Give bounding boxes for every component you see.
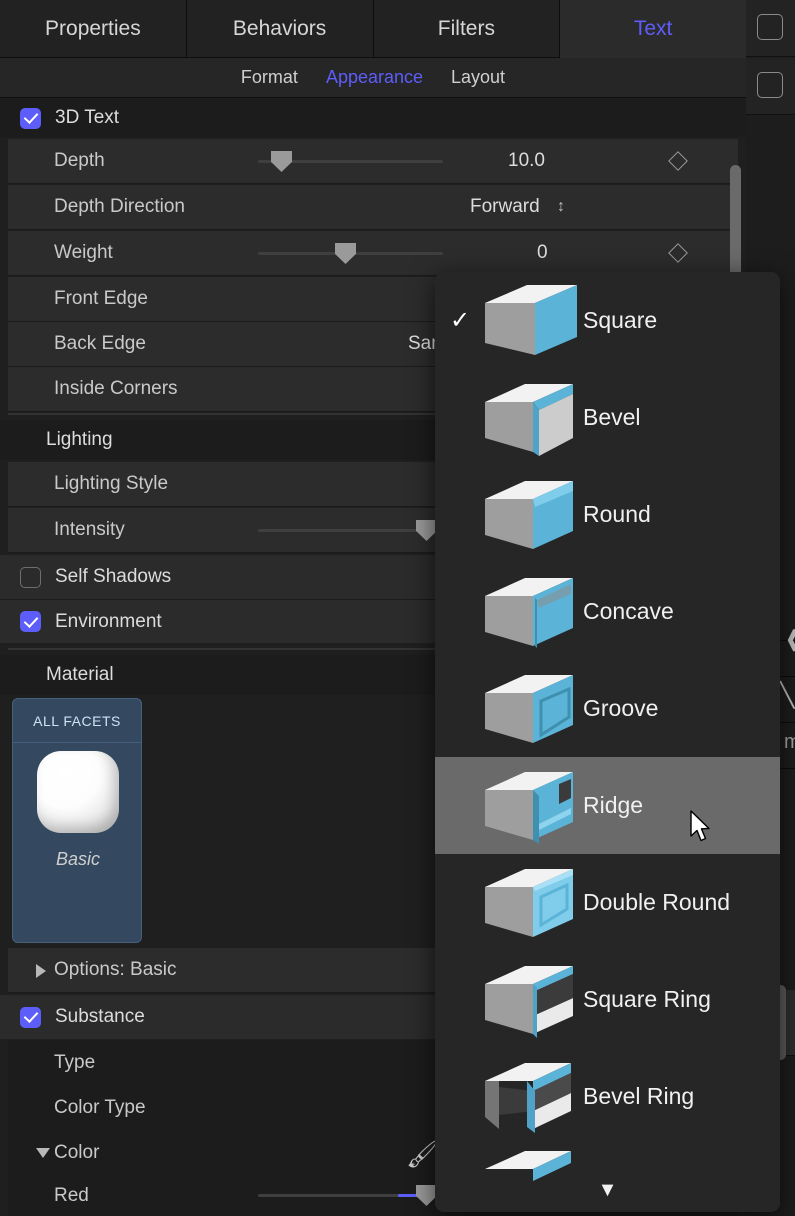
tab-text[interactable]: Text [560, 0, 746, 58]
menu-item-label: Round [583, 501, 651, 527]
subtab-appearance[interactable]: Appearance [326, 67, 423, 88]
checkbox-outline-icon[interactable] [757, 14, 783, 40]
row-3d-text[interactable]: 3D Text [0, 99, 746, 137]
label-intensity: Intensity [54, 519, 125, 540]
thumb-square-ring-icon [485, 965, 573, 1038]
slider-intensity-track[interactable] [258, 529, 443, 532]
row-depth-direction[interactable]: Depth Direction Forward ↕ [8, 185, 738, 230]
label-depth: Depth [54, 150, 105, 171]
checkbox-self-shadows[interactable] [20, 566, 41, 588]
right-cell-1[interactable] [746, 0, 795, 57]
label-front-edge: Front Edge [54, 288, 148, 309]
right-cell-2[interactable] [746, 58, 795, 115]
disclosure-right-icon[interactable] [36, 964, 46, 978]
tab-behaviors[interactable]: Behaviors [186, 0, 374, 58]
value-depth[interactable]: 10.0 [508, 150, 545, 172]
label-weight: Weight [54, 242, 113, 263]
menu-item-bevel-ring[interactable]: Bevel Ring [435, 1048, 780, 1145]
thumb-bevel-ring-icon [485, 1062, 571, 1133]
tab-filters[interactable]: Filters [373, 0, 561, 58]
thumb-square-icon [485, 284, 577, 355]
label-back-edge: Back Edge [54, 333, 146, 354]
checkbox-3d-text[interactable] [20, 107, 41, 129]
appearance-sub-tab-bar: Format Appearance Layout [0, 58, 746, 98]
label-environment: Environment [55, 610, 162, 632]
checkbox-outline-icon[interactable] [757, 72, 783, 98]
row-weight[interactable]: Weight 0 [8, 231, 738, 276]
menu-item-bevel[interactable]: Bevel [435, 369, 780, 466]
slider-red-track[interactable] [258, 1194, 443, 1197]
menu-item-round[interactable]: Round [435, 466, 780, 563]
label-red: Red [54, 1184, 89, 1206]
updown-chevron-icon[interactable]: ↕ [557, 199, 565, 215]
slider-intensity-knob[interactable] [416, 520, 437, 541]
label-depth-direction: Depth Direction [54, 196, 185, 217]
value-depth-direction[interactable]: Forward [470, 196, 540, 218]
tab-label: Behaviors [232, 16, 327, 40]
material-name: Basic [55, 849, 100, 869]
slash-shape-icon[interactable]: ╲ [780, 684, 794, 708]
menu-item-square[interactable]: ✓ Square [435, 272, 780, 369]
menu-item-double-round[interactable]: Double Round [435, 854, 780, 951]
menu-item-label: Concave [583, 598, 674, 624]
menu-item-label: Square Ring [583, 986, 711, 1012]
menu-item-label: Ridge [583, 792, 644, 818]
menu-item-label: Groove [583, 695, 659, 721]
slider-weight-knob[interactable] [335, 243, 356, 264]
material-facets-label: ALL FACETS [13, 699, 141, 743]
tab-label: Filters [437, 16, 495, 40]
keyframe-diamond-icon[interactable] [668, 243, 688, 263]
edge-shape-dropdown-menu[interactable]: ✓ Square Bevel Round Concave Groove Ridg… [435, 272, 780, 1212]
thumb-concave-icon [485, 577, 573, 648]
label-self-shadows: Self Shadows [55, 566, 172, 587]
material-well[interactable]: ALL FACETS Basic [12, 698, 142, 943]
menu-item-label: Bevel Ring [583, 1083, 695, 1109]
menu-item-concave[interactable]: Concave [435, 563, 780, 660]
menu-item-square-ring[interactable]: Square Ring [435, 951, 780, 1048]
checkbox-environment[interactable] [20, 611, 41, 632]
slider-depth-knob[interactable] [271, 151, 292, 172]
thumb-bevel-icon [485, 383, 573, 456]
tab-label: Text [633, 17, 673, 40]
label-substance: Substance [55, 1006, 145, 1027]
subtab-format[interactable]: Format [241, 67, 298, 88]
menu-item-ridge[interactable]: Ridge [435, 757, 780, 854]
label-type: Type [54, 1051, 96, 1073]
scroll-down-arrow-icon[interactable]: ▼ [435, 1180, 780, 1200]
wrench-icon[interactable]: ❰ [784, 628, 795, 650]
inspector-tab-bar: Properties Behaviors Filters Text [0, 0, 746, 58]
label-color-type: Color Type [54, 1096, 146, 1118]
label-color: Color [54, 1141, 100, 1163]
tab-label: Properties [45, 16, 141, 40]
thumb-partial-icon [485, 1151, 571, 1181]
label-lighting-style: Lighting Style [54, 473, 169, 494]
thumb-ridge-icon [485, 771, 573, 844]
text-fragment-m: m [784, 731, 795, 753]
row-depth[interactable]: Depth 10.0 [8, 139, 738, 184]
subtab-layout[interactable]: Layout [451, 67, 505, 88]
slider-red-knob[interactable] [416, 1185, 437, 1206]
tab-properties[interactable]: Properties [0, 0, 187, 58]
app-root: ❰ ╲ m Properties Behaviors Filters Text … [0, 0, 795, 1216]
thumb-groove-icon [485, 674, 573, 743]
menu-item-label: Double Round [583, 889, 731, 915]
checkmark-icon: ✓ [449, 307, 471, 334]
thumb-double-round-icon [485, 868, 573, 937]
value-weight[interactable]: 0 [537, 242, 548, 264]
label-3d-text: 3D Text [55, 107, 120, 128]
mouse-cursor [690, 810, 710, 842]
menu-item-label: Square [583, 307, 658, 333]
menu-item-label: Bevel [583, 404, 641, 430]
keyframe-diamond-icon[interactable] [668, 151, 688, 171]
menu-item-groove[interactable]: Groove [435, 660, 780, 757]
material-preview-swatch[interactable] [37, 751, 119, 833]
disclosure-down-icon[interactable] [36, 1148, 50, 1158]
thumb-round-icon [485, 480, 573, 549]
label-inside-corners: Inside Corners [54, 378, 178, 399]
checkbox-substance[interactable] [20, 1006, 41, 1028]
label-options-basic: Options: Basic [54, 959, 177, 980]
